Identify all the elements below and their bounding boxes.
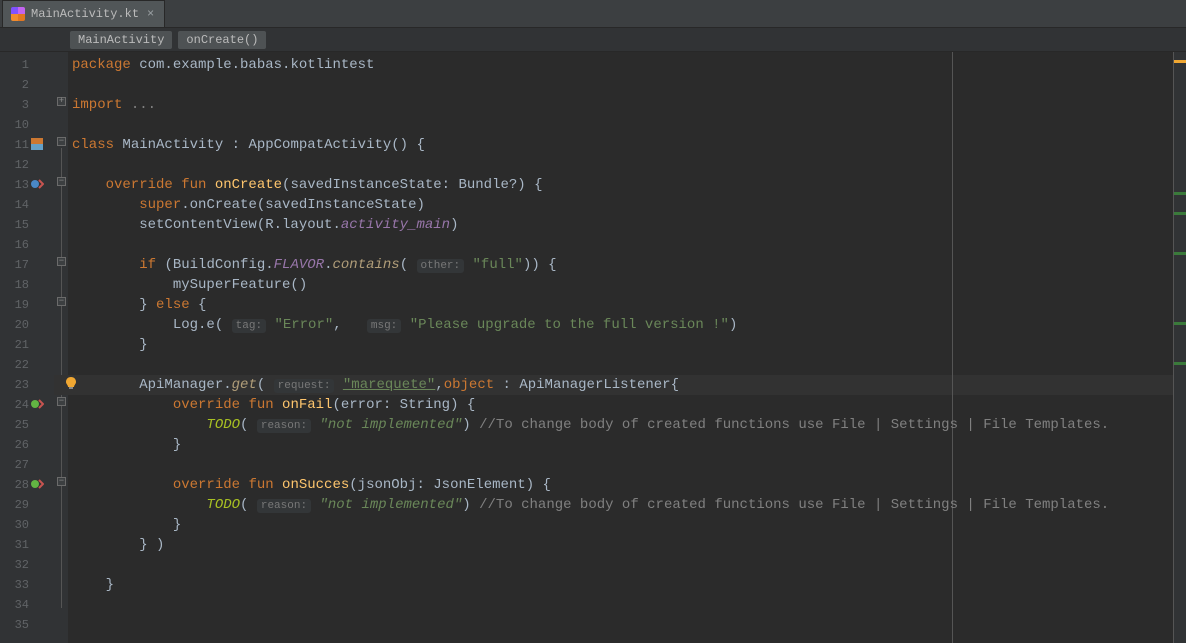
code-comment: //To change body of created functions us…: [479, 497, 1109, 513]
parameter-hint: tag:: [232, 319, 266, 333]
indent: [72, 197, 139, 213]
code-token: }: [72, 297, 156, 313]
code-token: com.example.babas.kotlintest: [131, 57, 375, 73]
code-token: onFail: [282, 397, 332, 413]
code-token: FLAVOR: [274, 257, 324, 273]
parameter-hint: msg:: [367, 319, 401, 333]
indent: [72, 477, 173, 493]
error-stripe[interactable]: [1174, 52, 1186, 643]
code-token: .onCreate(savedInstanceState): [181, 197, 425, 213]
code-token: (: [257, 377, 274, 393]
code-comment: //To change body of created functions us…: [479, 417, 1109, 433]
code-token: object: [444, 377, 494, 393]
indent: [72, 397, 173, 413]
override-gutter-icon[interactable]: [30, 397, 44, 411]
code-token: MainActivity: [122, 137, 223, 153]
info-mark[interactable]: [1174, 192, 1186, 195]
close-tab-icon[interactable]: ×: [145, 7, 156, 21]
breadcrumb-class[interactable]: MainActivity: [70, 31, 172, 49]
code-token: ): [462, 417, 479, 433]
code-token: (BuildConfig.: [164, 257, 273, 273]
code-token: "marequete": [343, 377, 435, 393]
code-token: ): [450, 217, 458, 233]
code-token: }: [72, 337, 148, 353]
code-token: (savedInstanceState: Bundle?) {: [282, 177, 542, 193]
file-tab-label: MainActivity.kt: [31, 7, 139, 21]
code-token: ApiManager.: [72, 377, 232, 393]
code-token: }: [72, 577, 114, 593]
code-token: package: [72, 57, 131, 73]
info-mark[interactable]: [1174, 252, 1186, 255]
code-editor[interactable]: 1 2 3 10 11 12 13 14 15 16 17 18 19 20 2…: [0, 52, 1186, 643]
code-token: "not implemented": [319, 497, 462, 513]
code-token: (: [400, 257, 417, 273]
code-token: override fun: [173, 397, 282, 413]
right-margin-guide: [952, 52, 953, 643]
code-token: "not implemented": [319, 417, 462, 433]
code-token: onCreate: [215, 177, 282, 193]
code-token: TODO: [206, 417, 240, 433]
code-token: if: [139, 257, 164, 273]
code-token: {: [190, 297, 207, 313]
code-token: import: [72, 97, 122, 113]
override-gutter-icon[interactable]: [30, 477, 44, 491]
code-token: mySuperFeature(): [72, 277, 307, 293]
parameter-hint: reason:: [257, 419, 311, 433]
override-gutter-icon[interactable]: [30, 177, 44, 191]
code-token: activity_main: [341, 217, 450, 233]
file-tab-mainactivity[interactable]: MainActivity.kt ×: [2, 0, 165, 27]
info-mark[interactable]: [1174, 362, 1186, 365]
info-mark[interactable]: [1174, 212, 1186, 215]
code-folded-placeholder[interactable]: ...: [122, 97, 156, 113]
code-token: "Error": [274, 317, 333, 333]
code-token: : ApiManagerListener{: [494, 377, 679, 393]
code-token: super: [139, 197, 181, 213]
gutter-icon-column: [30, 52, 46, 643]
code-token: ,: [435, 377, 443, 393]
editor-tab-bar: MainActivity.kt ×: [0, 0, 1186, 28]
code-token: (jsonObj: JsonElement) {: [349, 477, 551, 493]
code-token: )) {: [523, 257, 557, 273]
code-token: override: [72, 177, 181, 193]
warning-mark[interactable]: [1174, 60, 1186, 63]
code-token: Log.e(: [72, 317, 232, 333]
parameter-hint: request:: [274, 379, 335, 393]
code-token: "full": [473, 257, 523, 273]
info-mark[interactable]: [1174, 322, 1186, 325]
code-token: [464, 257, 472, 273]
code-token: [401, 317, 409, 333]
code-token: }: [72, 517, 181, 533]
code-token: else: [156, 297, 190, 313]
intention-bulb-icon[interactable]: [64, 376, 78, 390]
code-token: (error: String) {: [332, 397, 475, 413]
code-token: override fun: [173, 477, 282, 493]
class-gutter-icon[interactable]: [30, 137, 44, 151]
code-token: class: [72, 137, 122, 153]
parameter-hint: other:: [417, 259, 465, 273]
code-token: (: [240, 497, 257, 513]
code-token: fun: [181, 177, 215, 193]
parameter-hint: reason:: [257, 499, 311, 513]
indent: [72, 257, 139, 273]
code-token: get: [232, 377, 257, 393]
code-token: [334, 377, 342, 393]
code-token: } ): [72, 537, 164, 553]
breadcrumb-bar: MainActivity onCreate(): [0, 28, 1186, 52]
code-token: ): [729, 317, 737, 333]
code-token: TODO: [206, 497, 240, 513]
code-token: }: [72, 437, 181, 453]
code-token: ): [462, 497, 479, 513]
code-token: onSucces: [282, 477, 349, 493]
breadcrumb-method[interactable]: onCreate(): [178, 31, 266, 49]
indent: [72, 417, 206, 433]
indent: [72, 497, 206, 513]
code-text-area[interactable]: package com.example.babas.kotlintest imp…: [54, 52, 1174, 643]
code-token: contains: [332, 257, 399, 273]
code-token: "Please upgrade to the full version !": [410, 317, 729, 333]
code-token: : AppCompatActivity() {: [223, 137, 425, 153]
code-token: (: [240, 417, 257, 433]
code-token: ,: [333, 317, 367, 333]
code-token: setContentView(R.layout.: [72, 217, 341, 233]
kotlin-file-icon: [11, 7, 25, 21]
